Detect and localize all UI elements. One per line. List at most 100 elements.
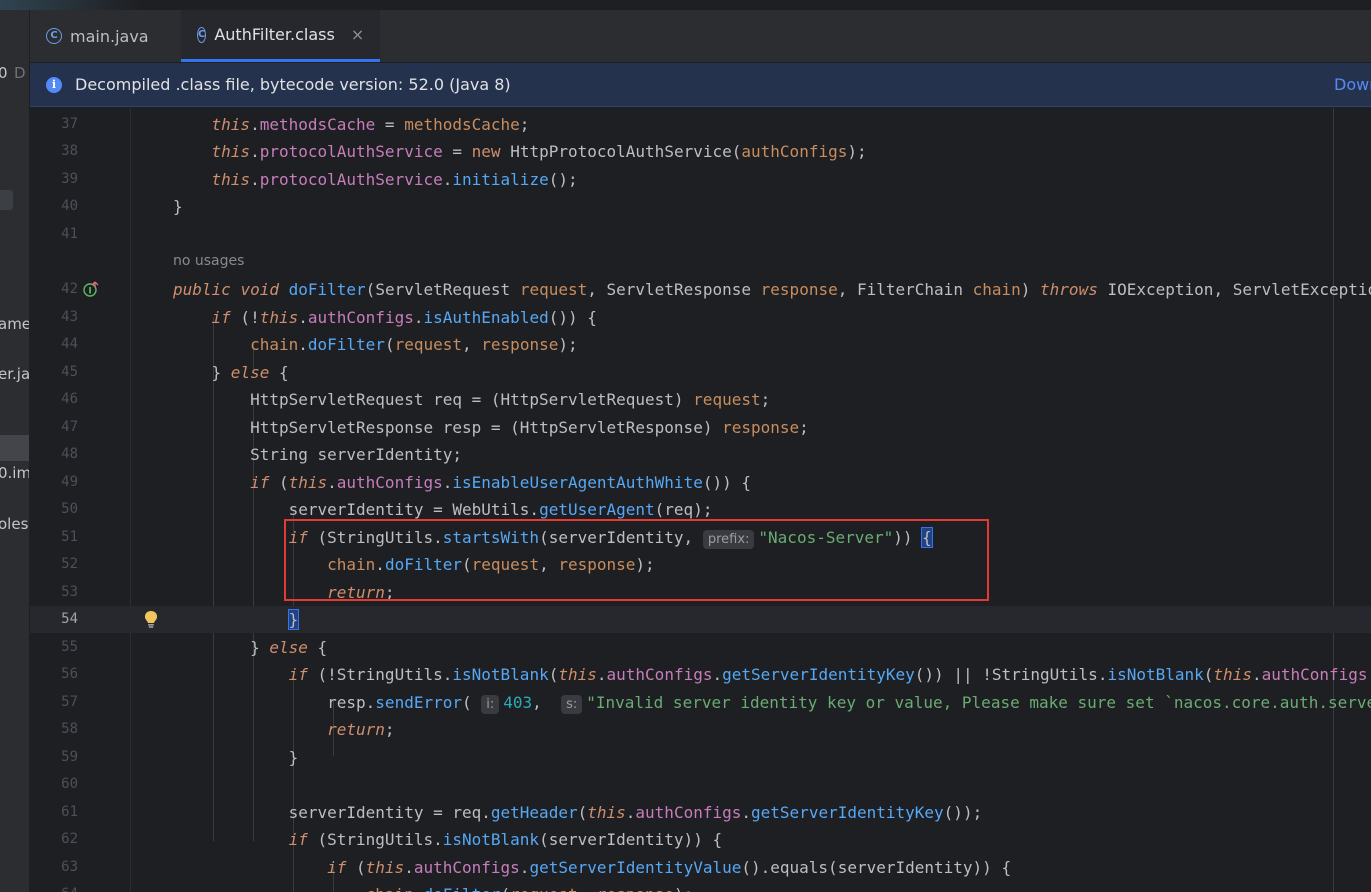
- code-line[interactable]: 39 this.protocolAuthService.initialize()…: [30, 166, 1371, 193]
- param-hint-i: i:: [481, 695, 500, 714]
- line-number: 53: [61, 584, 78, 600]
- code-line[interactable]: 64 chain.doFilter(request, response);: [30, 881, 1371, 892]
- editor-tab-bar: C main.java C AuthFilter.class ×: [30, 10, 1371, 63]
- code-text: } else {: [173, 363, 289, 382]
- code-text: }: [173, 197, 183, 216]
- code-text: if (!StringUtils.isNotBlank(this.authCon…: [288, 665, 1371, 684]
- code-line[interactable]: 61 serverIdentity = req.getHeader(this.a…: [30, 799, 1371, 826]
- code-line[interactable]: 41: [30, 221, 1371, 248]
- code-line[interactable]: 58 return;: [30, 716, 1371, 743]
- line-number: 39: [61, 171, 78, 187]
- svg-text:I: I: [88, 287, 91, 297]
- line-number: 49: [61, 474, 78, 490]
- line-number: 47: [61, 419, 78, 435]
- line-number: 54: [61, 611, 78, 627]
- code-line[interactable]: 47 HttpServletResponse resp = (HttpServl…: [30, 414, 1371, 441]
- line-number: 52: [61, 556, 78, 572]
- code-text: this.protocolAuthService.initialize();: [211, 170, 578, 189]
- sidebar-tree-node[interactable]: [0, 190, 13, 210]
- code-text: serverIdentity = req.getHeader(this.auth…: [173, 803, 983, 822]
- line-number: 46: [61, 391, 78, 407]
- line-number: 42: [61, 281, 78, 297]
- code-text: this.protocolAuthService = new HttpProto…: [211, 142, 867, 161]
- sidebar-item-file[interactable]: ame: [0, 315, 29, 333]
- class-c-icon: C: [46, 28, 62, 44]
- sidebar-item-file[interactable]: 0.im: [0, 464, 29, 482]
- code-text: }: [287, 609, 300, 630]
- code-line[interactable]: 38 this.protocolAuthService = new HttpPr…: [30, 138, 1371, 165]
- param-hint-s: s:: [561, 695, 583, 714]
- sidebar-fragment: 0: [0, 64, 8, 82]
- code-line[interactable]: 46 HttpServletRequest req = (HttpServlet…: [30, 386, 1371, 413]
- line-number: 63: [61, 859, 78, 875]
- sidebar-selected-row[interactable]: [0, 435, 29, 461]
- code-text: if (this.authConfigs.getServerIdentityVa…: [327, 858, 1012, 877]
- line-number: 57: [61, 694, 78, 710]
- close-icon[interactable]: ×: [351, 25, 364, 44]
- code-line[interactable]: 37 this.methodsCache = methodsCache;: [30, 111, 1371, 138]
- line-number: 64: [30, 881, 78, 892]
- line-number: 37: [61, 116, 78, 132]
- line-number: 50: [61, 501, 78, 517]
- project-sidebar[interactable]: 0 D ame er.ja 0.im oles: [0, 10, 30, 892]
- code-line[interactable]: 48 String serverIdentity;: [30, 441, 1371, 468]
- tab-label: main.java: [70, 26, 149, 46]
- line-number: 62: [61, 831, 78, 847]
- code-text: resp.sendError( i: 403, s: "Invalid server…: [173, 693, 1371, 714]
- highlight-annotation-box: [284, 519, 989, 601]
- top-strip-glow: [0, 0, 140, 10]
- sidebar-item-file[interactable]: oles: [0, 515, 28, 533]
- code-text: } else {: [173, 638, 328, 657]
- code-line-current[interactable]: 54 }: [30, 606, 1371, 633]
- line-number: 41: [61, 226, 78, 242]
- code-line[interactable]: 43 if (!this.authConfigs.isAuthEnabled()…: [30, 304, 1371, 331]
- code-text: if (StringUtils.isNotBlank(serverIdentit…: [288, 830, 723, 849]
- code-line[interactable]: 45 } else {: [30, 359, 1371, 386]
- line-number: 55: [61, 639, 78, 655]
- code-text: }: [173, 748, 299, 767]
- line-number: 59: [61, 749, 78, 765]
- sidebar-item-file[interactable]: er.ja: [0, 365, 29, 383]
- tab-main-java[interactable]: C main.java: [30, 10, 180, 62]
- window-top-strip: [0, 0, 1371, 10]
- tab-authfilter-class[interactable]: C AuthFilter.class ×: [181, 10, 380, 62]
- code-text: public void doFilter(ServletRequest requ…: [173, 280, 1371, 299]
- line-number: 48: [61, 446, 78, 462]
- sidebar-fragment: D: [14, 64, 26, 82]
- code-text: this.methodsCache = methodsCache;: [211, 115, 530, 134]
- usages-hint-row: no usages: [30, 249, 1371, 271]
- line-number: 56: [61, 666, 78, 682]
- code-text: return;: [327, 720, 395, 739]
- info-icon: i: [46, 76, 62, 93]
- tab-label: AuthFilter.class: [214, 25, 335, 44]
- code-line[interactable]: 63 if (this.authConfigs.getServerIdentit…: [30, 854, 1371, 881]
- line-number: 51: [61, 529, 78, 545]
- line-number: 43: [61, 309, 78, 325]
- class-c-icon: C: [197, 26, 207, 43]
- line-number: 38: [61, 143, 78, 159]
- decompiled-notice-banner: i Decompiled .class file, bytecode versi…: [30, 63, 1371, 107]
- code-line[interactable]: 44 chain.doFilter(request, response);: [30, 331, 1371, 358]
- code-line[interactable]: 62 if (StringUtils.isNotBlank(serverIden…: [30, 826, 1371, 853]
- banner-text: Decompiled .class file, bytecode version…: [75, 75, 511, 94]
- download-sources-link[interactable]: Down: [1334, 75, 1371, 94]
- code-line[interactable]: 42 I public void doFilter(ServletRequest…: [30, 276, 1371, 303]
- code-line[interactable]: 55 } else {: [30, 634, 1371, 661]
- line-number: 45: [61, 364, 78, 380]
- lightbulb-icon[interactable]: [142, 609, 160, 629]
- line-number: 40: [61, 198, 78, 214]
- code-text: if (this.authConfigs.isEnableUserAgentAu…: [250, 473, 751, 492]
- code-line[interactable]: 49 if (this.authConfigs.isEnableUserAgen…: [30, 469, 1371, 496]
- code-line[interactable]: 56 if (!StringUtils.isNotBlank(this.auth…: [30, 661, 1371, 688]
- no-usages-hint[interactable]: no usages: [173, 249, 244, 273]
- code-editor[interactable]: 37 this.methodsCache = methodsCache; 38 …: [30, 108, 1371, 892]
- code-line[interactable]: 59 }: [30, 744, 1371, 771]
- code-line[interactable]: 40 }: [30, 193, 1371, 220]
- code-text: HttpServletRequest req = (HttpServletReq…: [250, 390, 771, 409]
- line-number: 44: [61, 336, 78, 352]
- overriding-method-icon[interactable]: I: [83, 281, 99, 297]
- code-text: HttpServletResponse resp = (HttpServletR…: [250, 418, 809, 437]
- code-line[interactable]: 60: [30, 771, 1371, 798]
- code-line[interactable]: 57 resp.sendError( i: 403, s: "Invalid ser…: [30, 689, 1371, 716]
- code-text: chain.doFilter(request, response);: [173, 881, 694, 892]
